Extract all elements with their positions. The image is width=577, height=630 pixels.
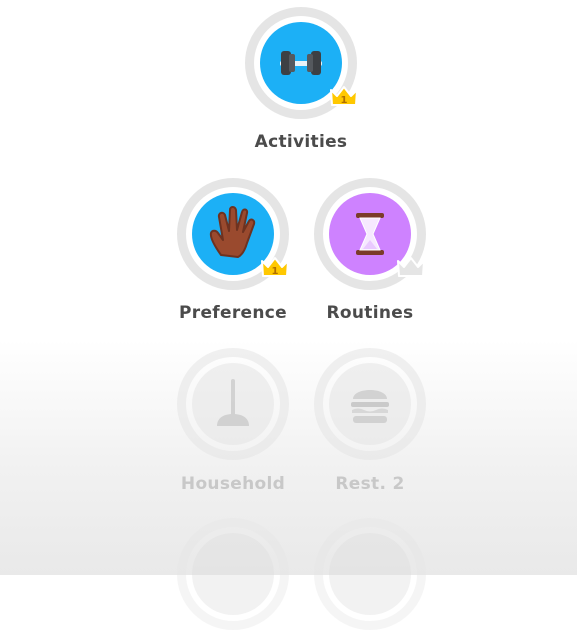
skill-circle <box>329 363 411 445</box>
skill-routines[interactable] <box>314 178 426 290</box>
skill-next-left[interactable] <box>177 518 289 630</box>
skill-tree: 1 Activities 1 Preference Routines House… <box>0 0 577 630</box>
crown-level: 1 <box>341 95 348 106</box>
crown-icon <box>396 256 426 278</box>
skill-rest-2[interactable] <box>314 348 426 460</box>
crown-level: 1 <box>272 266 279 277</box>
crown-icon: 1 <box>329 85 359 107</box>
burger-icon <box>351 390 389 423</box>
crown-icon: 1 <box>260 256 290 278</box>
skill-circle <box>192 363 274 445</box>
skill-label: Household <box>180 474 286 494</box>
skill-circle <box>192 533 274 615</box>
skill-next-right[interactable] <box>314 518 426 630</box>
plunger-icon <box>217 379 249 426</box>
skill-label: Activities <box>254 132 348 152</box>
skill-household[interactable] <box>177 348 289 460</box>
skill-label: Rest. 2 <box>335 474 405 494</box>
skill-label: Routines <box>326 303 414 323</box>
skill-label: Preference <box>179 303 287 323</box>
skill-circle <box>329 533 411 615</box>
skill-activities[interactable]: 1 <box>245 7 359 119</box>
skill-preference[interactable]: 1 <box>177 178 289 290</box>
